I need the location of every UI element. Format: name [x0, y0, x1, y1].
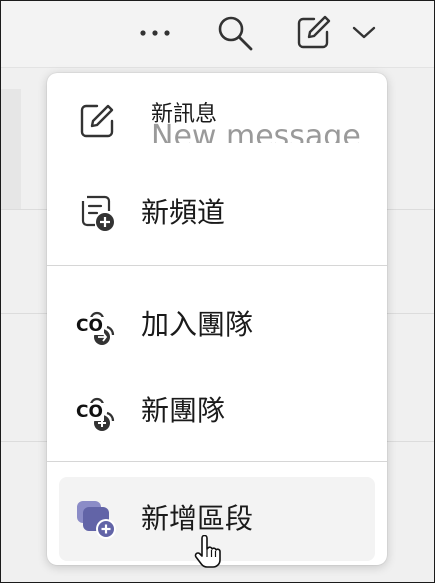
search-icon [218, 16, 253, 51]
top-toolbar [1, 1, 434, 68]
menu-item-label: 新頻道 [141, 196, 226, 229]
menu-item-new-team[interactable]: CO 新團隊 [59, 369, 375, 453]
menu-divider [47, 461, 387, 462]
more-options-button[interactable] [135, 11, 175, 55]
people-add-icon: CO [75, 389, 119, 433]
menu-item-label: 新團隊 [141, 394, 226, 427]
section-add-icon [77, 501, 116, 539]
menu-item-label: 加入團隊 [141, 308, 254, 341]
channel-add-icon [81, 195, 114, 231]
people-join-icon: CO [75, 303, 119, 347]
menu-item-new-channel[interactable]: 新頻道 [59, 171, 375, 255]
search-button[interactable] [213, 11, 257, 55]
menu-item-label: 新訊息 [151, 102, 218, 127]
compose-icon [80, 104, 114, 138]
new-item-menu: New message 新訊息 新頻道 CO 加入團隊 CO 新團隊 新增區段 [47, 73, 387, 568]
more-horizontal-icon [140, 30, 170, 36]
app-frame: New message 新訊息 新頻道 CO 加入團隊 CO 新團隊 新增區段 [0, 0, 435, 583]
compose-icon [297, 15, 331, 49]
menu-item-join-team[interactable]: CO 加入團隊 [59, 283, 375, 367]
badge-text: CO [75, 402, 104, 422]
chevron-down-icon [352, 26, 376, 39]
menu-divider [47, 265, 387, 266]
background-pane [1, 89, 21, 209]
new-chat-dropdown[interactable] [347, 11, 381, 55]
badge-text: CO [75, 316, 104, 336]
menu-item-new-message[interactable]: New message 新訊息 [59, 79, 375, 163]
menu-item-label: 新增區段 [141, 502, 254, 535]
hand-cursor-icon [194, 535, 221, 568]
new-chat-button[interactable] [291, 11, 335, 55]
